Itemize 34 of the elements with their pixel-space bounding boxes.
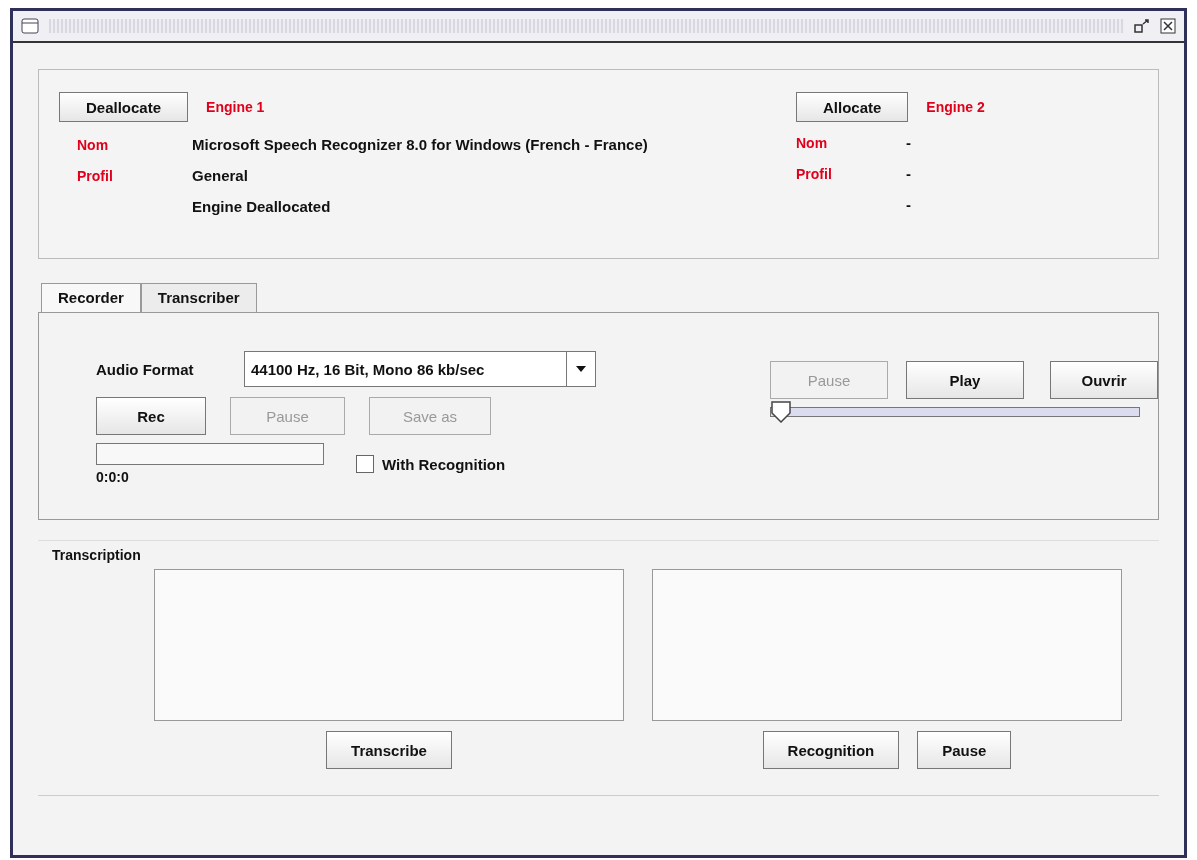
engine-title: Engine 2 bbox=[926, 99, 985, 115]
player-button[interactable]: Play bbox=[906, 361, 1024, 399]
position-slider[interactable] bbox=[770, 401, 1140, 425]
engine-button[interactable]: Allocate bbox=[796, 92, 909, 122]
engine-status: Engine Deallocated bbox=[192, 198, 332, 215]
field-label: Nom bbox=[796, 134, 829, 151]
checkbox-label: With Recognition bbox=[382, 455, 506, 473]
engine-name: - bbox=[906, 134, 912, 151]
player-button[interactable]: Ouvrir bbox=[1050, 361, 1158, 399]
transcribe-button[interactable]: Transcribe bbox=[326, 731, 452, 769]
field-label: Nom bbox=[77, 136, 110, 153]
recognition-checkbox[interactable] bbox=[356, 455, 374, 473]
field-label: Profil bbox=[796, 165, 833, 182]
audio-format-dropdown[interactable]: 44100 Hz, 16 Bit, Mono 86 kb/sec bbox=[244, 351, 596, 387]
restore-icon[interactable] bbox=[1134, 19, 1150, 33]
engine-status: - bbox=[906, 196, 912, 213]
dropdown-arrow-icon bbox=[576, 366, 586, 372]
window-icon bbox=[21, 18, 39, 34]
engine-button[interactable]: Deallocate bbox=[59, 92, 189, 122]
audio-format-label: Audio Format bbox=[96, 360, 195, 378]
engine-profile: - bbox=[906, 165, 912, 182]
elapsed-time: 0:0:0 bbox=[96, 469, 130, 485]
tab[interactable]: Recorder bbox=[41, 283, 141, 312]
section-title: Transcription bbox=[52, 547, 142, 563]
close-icon[interactable] bbox=[1160, 18, 1176, 34]
tab[interactable]: Transcriber bbox=[140, 283, 257, 312]
recognition-button[interactable]: Recognition bbox=[762, 731, 900, 769]
recorder-button[interactable]: Rec bbox=[96, 397, 206, 435]
engine-name: Microsoft Speech Recognizer 8.0 for Windows (French - France) bbox=[192, 136, 649, 153]
field-label: Profil bbox=[77, 167, 114, 184]
engine-profile: General bbox=[192, 167, 249, 184]
recognition-button[interactable]: Pause bbox=[917, 731, 1012, 769]
slider-thumb[interactable] bbox=[770, 401, 792, 423]
engine-title: Engine 1 bbox=[206, 99, 265, 115]
